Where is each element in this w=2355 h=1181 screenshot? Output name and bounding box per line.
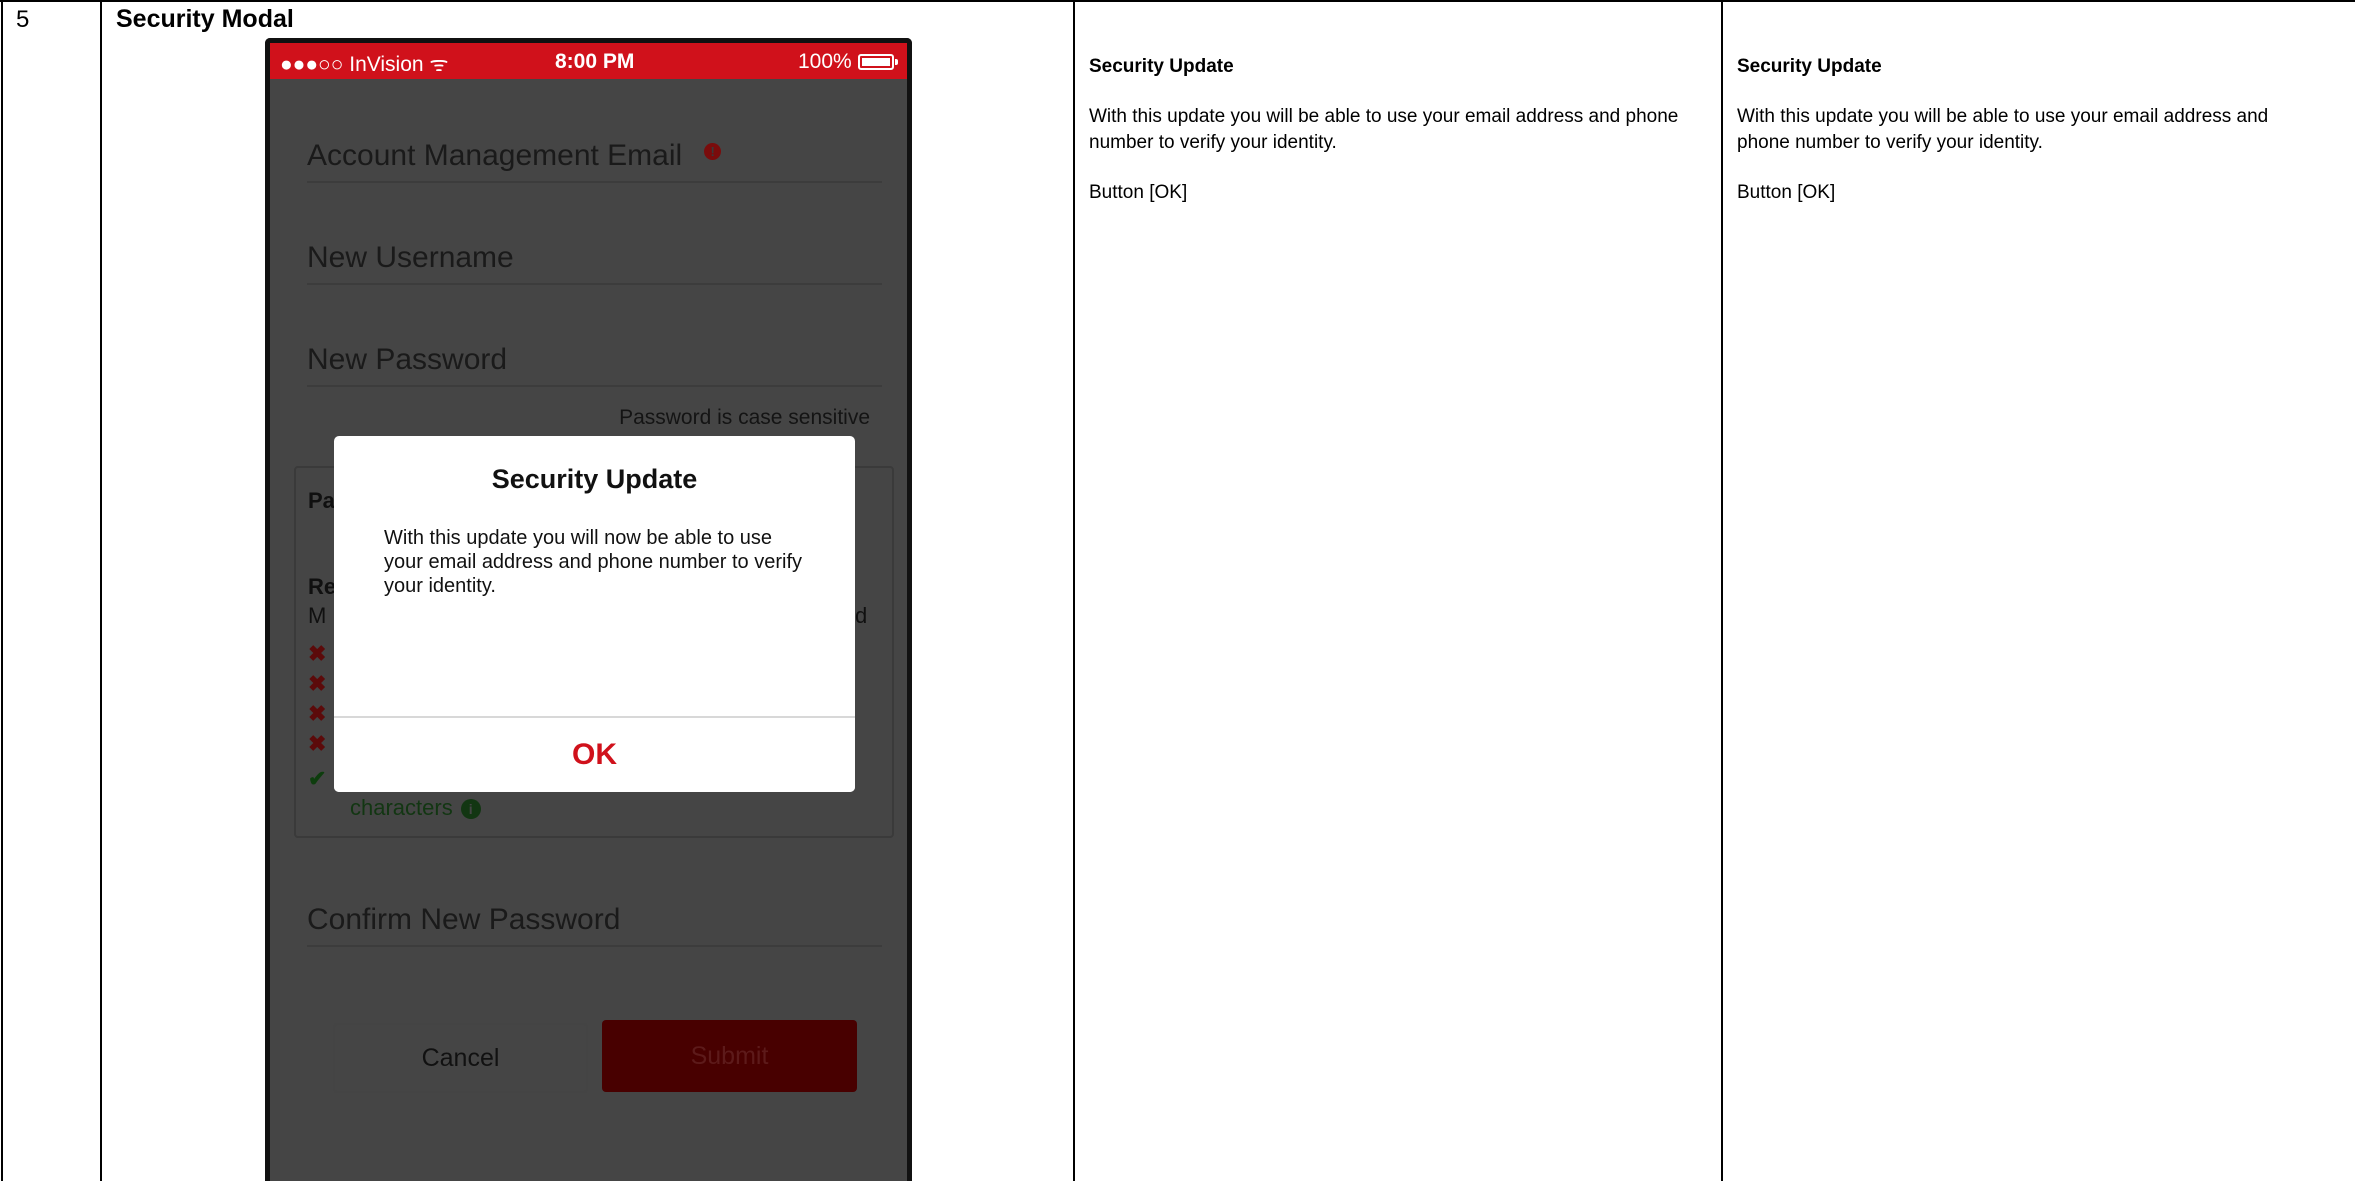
copy-button-spec: Button [OK] bbox=[1089, 182, 1188, 203]
account-email-field[interactable]: Account Management Email! bbox=[307, 139, 882, 183]
cancel-button[interactable]: Cancel bbox=[333, 1023, 588, 1093]
fail-x-icon: ✖ bbox=[308, 701, 327, 726]
requirement-characters-label: characters bbox=[350, 795, 453, 820]
carrier-label: ●●●○○ InVision ᯤ bbox=[280, 53, 449, 76]
row-number: 5 bbox=[16, 6, 30, 33]
requirements-fragment-d: d bbox=[855, 603, 868, 628]
phone-mockup: ●●●○○ InVision ᯤ 8:00 PM 100% Account Ma… bbox=[265, 38, 912, 1181]
copy-body: With this update you will be able to use… bbox=[1089, 106, 1679, 153]
info-icon[interactable]: i bbox=[460, 799, 481, 820]
fail-x-icon: ✖ bbox=[308, 641, 327, 666]
table-border-left bbox=[1, 0, 3, 1181]
new-password-label: New Password bbox=[307, 343, 508, 376]
battery-icon bbox=[858, 54, 898, 70]
password-hint: Password is case sensitive bbox=[619, 406, 870, 429]
copy-column-1: Security Update With this update you wil… bbox=[1089, 56, 1709, 204]
confirm-password-field[interactable]: Confirm New Password bbox=[307, 903, 882, 947]
table-divider-1 bbox=[100, 0, 102, 1181]
copy-body: With this update you will be able to use… bbox=[1737, 106, 2269, 153]
copy-button-spec: Button [OK] bbox=[1737, 182, 1836, 203]
requirement-characters: characters i bbox=[350, 795, 481, 821]
status-bar: ●●●○○ InVision ᯤ 8:00 PM 100% bbox=[270, 43, 907, 79]
copy-heading: Security Update bbox=[1089, 56, 1234, 77]
fail-x-icon: ✖ bbox=[308, 671, 327, 696]
new-username-label: New Username bbox=[307, 241, 514, 274]
pass-check-icon: ✔ bbox=[308, 766, 327, 791]
modal-body: With this update you will now be able to… bbox=[384, 527, 803, 597]
requirements-fragment-re: Re bbox=[308, 574, 337, 599]
requirements-fragment-m: M bbox=[308, 603, 327, 628]
table-divider-3 bbox=[1721, 0, 1723, 1181]
table-border-top bbox=[0, 0, 2355, 2]
section-title: Security Modal bbox=[116, 5, 294, 33]
fail-x-icon: ✖ bbox=[308, 731, 327, 756]
ok-button[interactable]: OK bbox=[334, 718, 855, 792]
confirm-password-label: Confirm New Password bbox=[307, 903, 621, 936]
modal-title: Security Update bbox=[491, 464, 698, 494]
copy-column-2: Security Update With this update you wil… bbox=[1737, 56, 2297, 204]
table-divider-2 bbox=[1073, 0, 1075, 1181]
requirements-fragment-pa: Pa bbox=[308, 488, 335, 513]
battery-percent: 100% bbox=[798, 50, 852, 73]
alert-icon: ! bbox=[704, 143, 722, 160]
account-email-label: Account Management Email bbox=[307, 139, 683, 172]
submit-button[interactable]: Submit bbox=[602, 1020, 857, 1092]
new-username-field[interactable]: New Username bbox=[307, 241, 882, 285]
new-password-field[interactable]: New Password bbox=[307, 343, 882, 387]
security-update-modal: Security Update With this update you wil… bbox=[334, 436, 855, 792]
status-time: 8:00 PM bbox=[555, 50, 635, 73]
copy-heading: Security Update bbox=[1737, 56, 1882, 77]
